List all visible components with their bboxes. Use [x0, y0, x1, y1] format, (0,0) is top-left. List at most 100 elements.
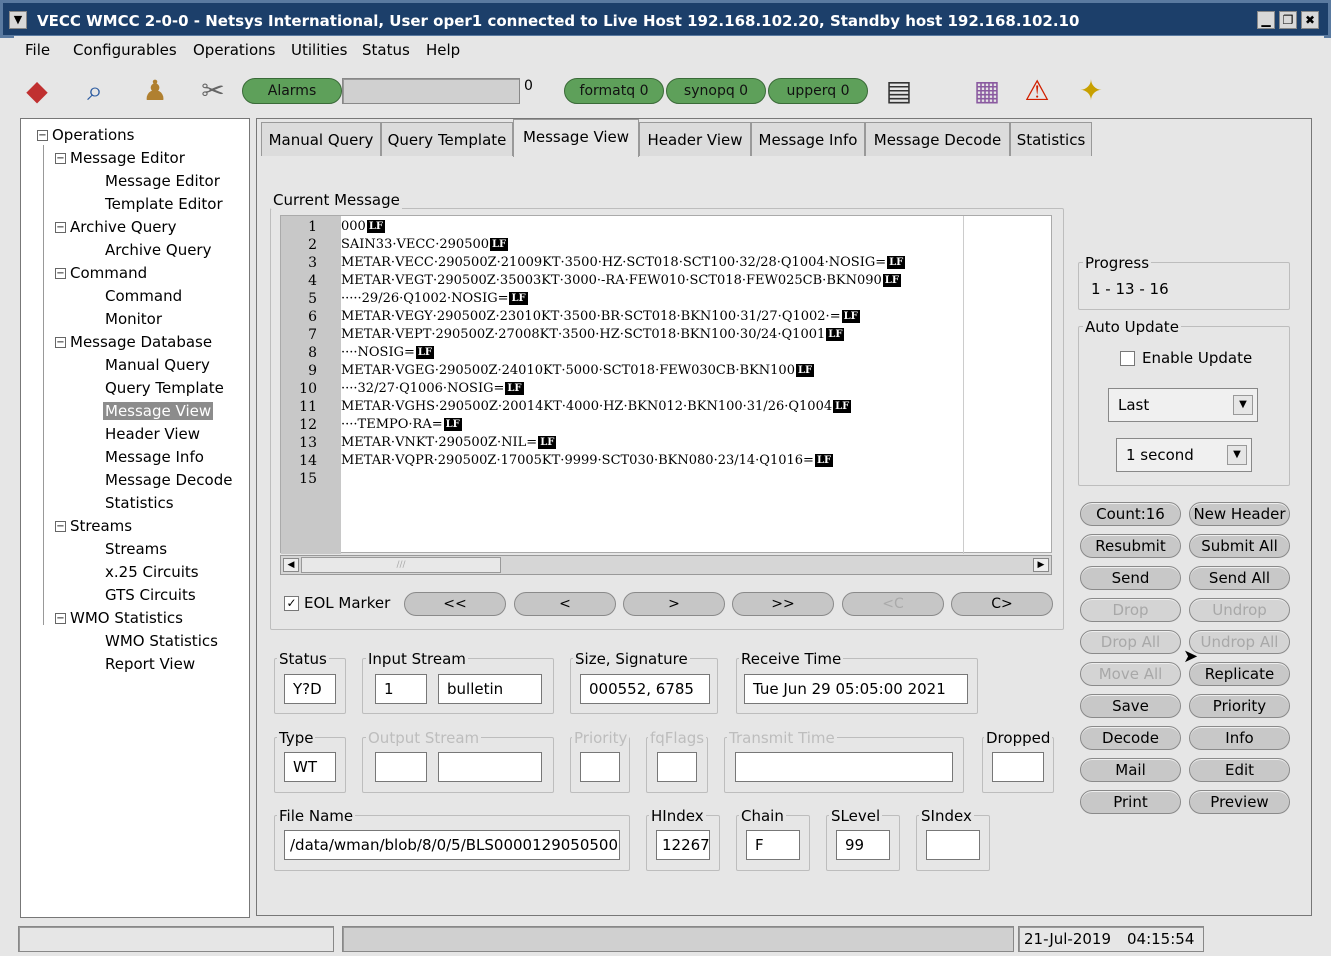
- input-stream-number-field[interactable]: 1: [375, 674, 427, 704]
- preview-button[interactable]: Preview: [1189, 790, 1290, 814]
- type-field[interactable]: WT: [284, 752, 336, 782]
- menu-utilities[interactable]: Utilities: [291, 41, 347, 59]
- tree-item-archive-query[interactable]: Archive Query: [105, 239, 211, 262]
- last-message-button[interactable]: >>: [732, 592, 834, 616]
- tools-icon[interactable]: ✂: [194, 72, 232, 110]
- tree-item-query-template[interactable]: Query Template: [105, 377, 224, 400]
- lightbulb-icon[interactable]: ✦: [1072, 72, 1110, 110]
- tree-item-gts-circuits[interactable]: GTS Circuits: [105, 584, 196, 607]
- undrop-button[interactable]: Undrop: [1189, 598, 1290, 622]
- collapse-icon[interactable]: −: [55, 153, 66, 164]
- maximize-button[interactable]: ❐: [1279, 11, 1297, 29]
- scroll-left-icon[interactable]: ◀: [283, 558, 299, 572]
- collapse-icon[interactable]: −: [55, 521, 66, 532]
- tab-header-view[interactable]: Header View: [639, 122, 751, 156]
- resubmit-button[interactable]: Resubmit: [1080, 534, 1181, 558]
- drop-button[interactable]: Drop: [1080, 598, 1181, 622]
- tree-item-message-info[interactable]: Message Info: [105, 446, 204, 469]
- hindex-field[interactable]: 12267: [656, 830, 710, 860]
- database-icon[interactable]: ▦: [968, 72, 1006, 110]
- collapse-icon[interactable]: −: [55, 613, 66, 624]
- bell-icon[interactable]: ♟: [136, 72, 174, 110]
- tree-item-statistics[interactable]: Statistics: [105, 492, 174, 515]
- send-all-button[interactable]: Send All: [1189, 566, 1290, 590]
- tree-item-wmo-statistics[interactable]: WMO Statistics: [105, 630, 218, 653]
- menu-configurables[interactable]: Configurables: [73, 41, 177, 59]
- scroll-thumb[interactable]: ///: [301, 557, 501, 573]
- undrop-all-button[interactable]: Undrop All: [1189, 630, 1290, 654]
- collapse-icon[interactable]: −: [55, 222, 66, 233]
- save-button[interactable]: Save: [1080, 694, 1181, 718]
- tree-item-x25-circuits[interactable]: x.25 Circuits: [105, 561, 199, 584]
- replicate-button[interactable]: Replicate: [1189, 662, 1290, 686]
- sindex-field[interactable]: [926, 830, 980, 860]
- next-message-button[interactable]: >: [623, 592, 725, 616]
- tree-group-streams[interactable]: − Streams: [55, 515, 132, 538]
- chevron-down-icon[interactable]: ▼: [1227, 445, 1247, 465]
- eol-marker-checkbox[interactable]: ✓: [284, 596, 299, 611]
- tree-item-report-view[interactable]: Report View: [105, 653, 195, 676]
- decode-button[interactable]: Decode: [1080, 726, 1181, 750]
- tree-item-message-decode[interactable]: Message Decode: [105, 469, 232, 492]
- size-signature-field[interactable]: 000552, 6785: [580, 674, 710, 704]
- enable-update-checkbox[interactable]: [1120, 351, 1135, 366]
- synopq-button[interactable]: synopq 0: [666, 78, 766, 104]
- dropped-field[interactable]: [992, 752, 1044, 782]
- close-button[interactable]: ✖: [1301, 11, 1319, 29]
- send-button[interactable]: Send: [1080, 566, 1181, 590]
- tree-group-message-database[interactable]: − Message Database: [55, 331, 212, 354]
- menu-status[interactable]: Status: [362, 41, 410, 59]
- tree-group-command[interactable]: − Command: [55, 262, 147, 285]
- mail-button[interactable]: Mail: [1080, 758, 1181, 782]
- first-message-button[interactable]: <<: [404, 592, 506, 616]
- collapse-icon[interactable]: −: [55, 337, 66, 348]
- message-text-area[interactable]: 1 2 3 4 5 6 7 8 9 10 11 12 13 14 15 000 LF SAIN33·VECC·2…: [280, 215, 1052, 554]
- tree-item-header-view[interactable]: Header View: [105, 423, 200, 446]
- tree-group-message-editor[interactable]: − Message Editor: [55, 147, 185, 170]
- tab-message-decode[interactable]: Message Decode: [865, 122, 1010, 156]
- tree-group-archive-query[interactable]: − Archive Query: [55, 216, 176, 239]
- tab-message-info[interactable]: Message Info: [751, 122, 865, 156]
- tree-item-monitor[interactable]: Monitor: [105, 308, 162, 331]
- file-name-field[interactable]: /data/wman/blob/8/0/5/BLS0000129050500: [284, 830, 620, 860]
- output-stream-name-field[interactable]: [438, 752, 542, 782]
- chain-field[interactable]: F: [746, 830, 800, 860]
- tab-query-template[interactable]: Query Template: [381, 122, 513, 156]
- cube-icon[interactable]: ◆: [18, 72, 56, 110]
- collapse-icon[interactable]: −: [37, 130, 48, 141]
- output-stream-number-field[interactable]: [375, 752, 427, 782]
- receive-time-field[interactable]: Tue Jun 29 05:05:00 2021: [744, 674, 968, 704]
- chevron-down-icon[interactable]: ▼: [1233, 395, 1253, 415]
- submit-all-button[interactable]: Submit All: [1189, 534, 1290, 558]
- tree-item-streams[interactable]: Streams: [105, 538, 167, 561]
- status-field[interactable]: Y?D: [284, 674, 336, 704]
- formatq-button[interactable]: formatq 0: [564, 78, 664, 104]
- scroll-right-icon[interactable]: ▶: [1033, 558, 1049, 572]
- print-button[interactable]: Print: [1080, 790, 1181, 814]
- tree-item-command[interactable]: Command: [105, 285, 182, 308]
- count-16-button[interactable]: Count:16: [1080, 502, 1181, 526]
- input-stream-name-field[interactable]: bulletin: [438, 674, 542, 704]
- monitor-icon[interactable]: ⌕: [76, 72, 114, 110]
- tree-item-manual-query[interactable]: Manual Query: [105, 354, 210, 377]
- window-menu-icon[interactable]: ▼: [9, 11, 27, 29]
- tree-item-message-view[interactable]: Message View: [103, 402, 214, 420]
- transmit-time-field[interactable]: [735, 752, 953, 782]
- menu-file[interactable]: File: [25, 41, 50, 59]
- fqflags-field[interactable]: [657, 752, 697, 782]
- tree-group-wmo-statistics[interactable]: − WMO Statistics: [55, 607, 183, 630]
- chain-previous-button[interactable]: <C: [842, 592, 944, 616]
- tree-root-operations[interactable]: − Operations: [37, 124, 134, 147]
- update-interval-select[interactable]: 1 second ▼: [1116, 438, 1252, 472]
- upperq-button[interactable]: upperq 0: [768, 78, 868, 104]
- move-all-button[interactable]: Move All: [1080, 662, 1181, 686]
- menu-operations[interactable]: Operations: [193, 41, 275, 59]
- tree-item-message-editor[interactable]: Message Editor: [105, 170, 220, 193]
- tab-statistics[interactable]: Statistics: [1010, 122, 1092, 156]
- new-header-button[interactable]: New Header: [1189, 502, 1290, 526]
- previous-message-button[interactable]: <: [514, 592, 616, 616]
- info-button[interactable]: Info: [1189, 726, 1290, 750]
- alarms-button[interactable]: Alarms: [242, 78, 342, 104]
- edit-button[interactable]: Edit: [1189, 758, 1290, 782]
- priority-button[interactable]: Priority: [1189, 694, 1290, 718]
